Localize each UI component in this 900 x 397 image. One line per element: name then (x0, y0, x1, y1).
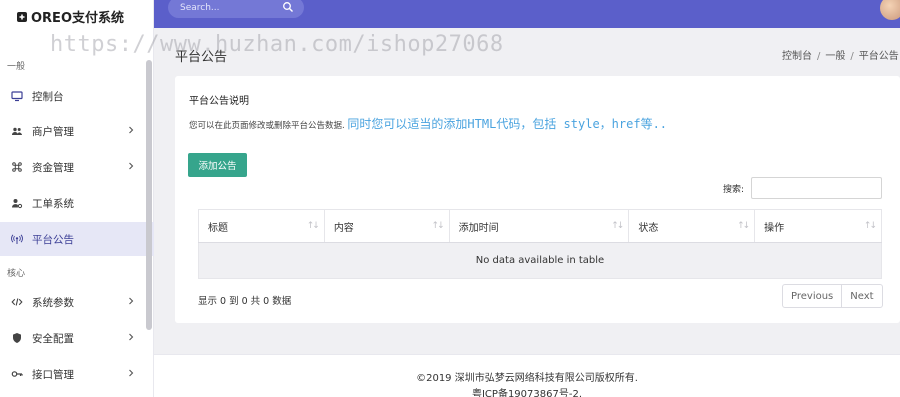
search-input[interactable] (180, 2, 276, 13)
previous-button[interactable]: Previous (783, 285, 841, 307)
column-header-actions[interactable]: 操作 ↑↓ (754, 209, 882, 243)
sidebar-item-dashboard[interactable]: 控制台 (0, 79, 154, 113)
card-description: 您可以在此页面修改或删除平台公告数据. 同时您可以适当的添加HTML代码，包括 … (189, 115, 667, 132)
sidebar-item-label: 控制台 (32, 90, 64, 103)
empty-table-message: No data available in table (198, 242, 882, 279)
sidebar-item-label: 工单系统 (32, 197, 74, 210)
chevron-right-icon (129, 333, 134, 341)
sidebar-item-api[interactable]: 接口管理 (0, 357, 154, 391)
sidebar-item-security[interactable]: 安全配置 (0, 321, 154, 355)
section-label-general: 一般 (7, 62, 26, 72)
logo-icon (16, 11, 28, 23)
column-header-title[interactable]: 标题 ↑↓ (198, 209, 325, 243)
sort-icon: ↑↓ (737, 221, 750, 231)
footer-icp[interactable]: 粤ICP备19073867号-2. (154, 385, 900, 397)
footer: ©2019 深圳市弘梦云网络科技有限公司版权所有. 粤ICP备19073867号… (154, 354, 900, 397)
sidebar-item-announcements[interactable]: 平台公告 (0, 222, 154, 256)
announcement-table: 标题 ↑↓ 内容 ↑↓ 添加时间 ↑↓ 状态 ↑↓ 操作 ↑↓ No data avail… (198, 209, 882, 279)
breadcrumb-item-dashboard[interactable]: 控制台 (782, 51, 812, 62)
topbar (154, 0, 900, 28)
sidebar-item-label: 系统参数 (32, 296, 74, 309)
sidebar-item-funds[interactable]: 资金管理 (0, 150, 154, 184)
sidebar-item-merchants[interactable]: 商户管理 (0, 114, 154, 148)
chevron-right-icon (129, 126, 134, 134)
page-title: 平台公告 (175, 50, 228, 65)
column-header-status[interactable]: 状态 ↑↓ (628, 209, 756, 243)
card-title: 平台公告说明 (189, 96, 249, 107)
sidebar-item-label: 接口管理 (32, 368, 74, 381)
avatar[interactable] (880, 0, 900, 20)
chevron-right-icon (129, 297, 134, 305)
monitor-icon (10, 90, 23, 103)
pagination: Previous Next (782, 284, 883, 308)
code-icon (10, 296, 23, 309)
breadcrumb: 控制台 / 一般 / 平台公告 (782, 51, 899, 62)
sidebar: OREO支付系统 一般 控制台 商户管理 资金管理 工单系统 平台公告 核心 系… (0, 0, 154, 397)
sidebar-item-label: 商户管理 (32, 125, 74, 138)
sort-icon: ↑↓ (431, 221, 445, 231)
sort-icon: ↑↓ (863, 221, 877, 231)
column-header-content[interactable]: 内容 ↑↓ (323, 209, 450, 243)
top-search (168, 0, 304, 18)
sort-icon: ↑↓ (611, 221, 624, 231)
card-desc-text: 您可以在此页面修改或删除平台公告数据. (189, 121, 345, 131)
table-info: 显示 0 到 0 共 0 数据 (198, 296, 292, 307)
sidebar-item-label: 资金管理 (32, 161, 74, 174)
broadcast-icon (10, 233, 23, 246)
next-button[interactable]: Next (841, 285, 881, 307)
card-desc-hint: 同时您可以适当的添加HTML代码，包括 style，href等.. (347, 117, 668, 131)
sidebar-item-tickets[interactable]: 工单系统 (0, 186, 154, 220)
sidebar-item-system-params[interactable]: 系统参数 (0, 285, 154, 319)
table-search-label: 搜索: (723, 185, 745, 195)
key-icon (10, 368, 23, 381)
search-icon[interactable] (282, 1, 294, 13)
table-search-input[interactable] (751, 177, 882, 199)
table-row: No data available in table (198, 242, 882, 279)
chevron-right-icon (129, 369, 134, 377)
users-icon (10, 125, 23, 138)
sidebar-item-label: 平台公告 (32, 233, 74, 246)
footer-copyright: ©2019 深圳市弘梦云网络科技有限公司版权所有. (416, 373, 638, 384)
column-header-created[interactable]: 添加时间 ↑↓ (448, 209, 630, 243)
sidebar-scrollbar[interactable] (146, 60, 152, 330)
sort-icon: ↑↓ (306, 221, 320, 231)
announcement-card: 平台公告说明 您可以在此页面修改或删除平台公告数据. 同时您可以适当的添加HTM… (175, 76, 900, 323)
breadcrumb-item-general[interactable]: 一般 (825, 51, 845, 62)
section-label-core: 核心 (7, 269, 26, 279)
brand[interactable]: OREO支付系统 (0, 0, 153, 33)
breadcrumb-item-current: 平台公告 (858, 51, 899, 62)
sidebar-item-label: 安全配置 (32, 332, 74, 345)
brand-title: OREO支付系统 (31, 11, 124, 26)
chevron-right-icon (129, 162, 134, 170)
command-icon (10, 161, 23, 174)
shield-icon (10, 332, 23, 345)
user-gear-icon (10, 197, 23, 210)
add-announcement-button[interactable]: 添加公告 (188, 153, 247, 177)
